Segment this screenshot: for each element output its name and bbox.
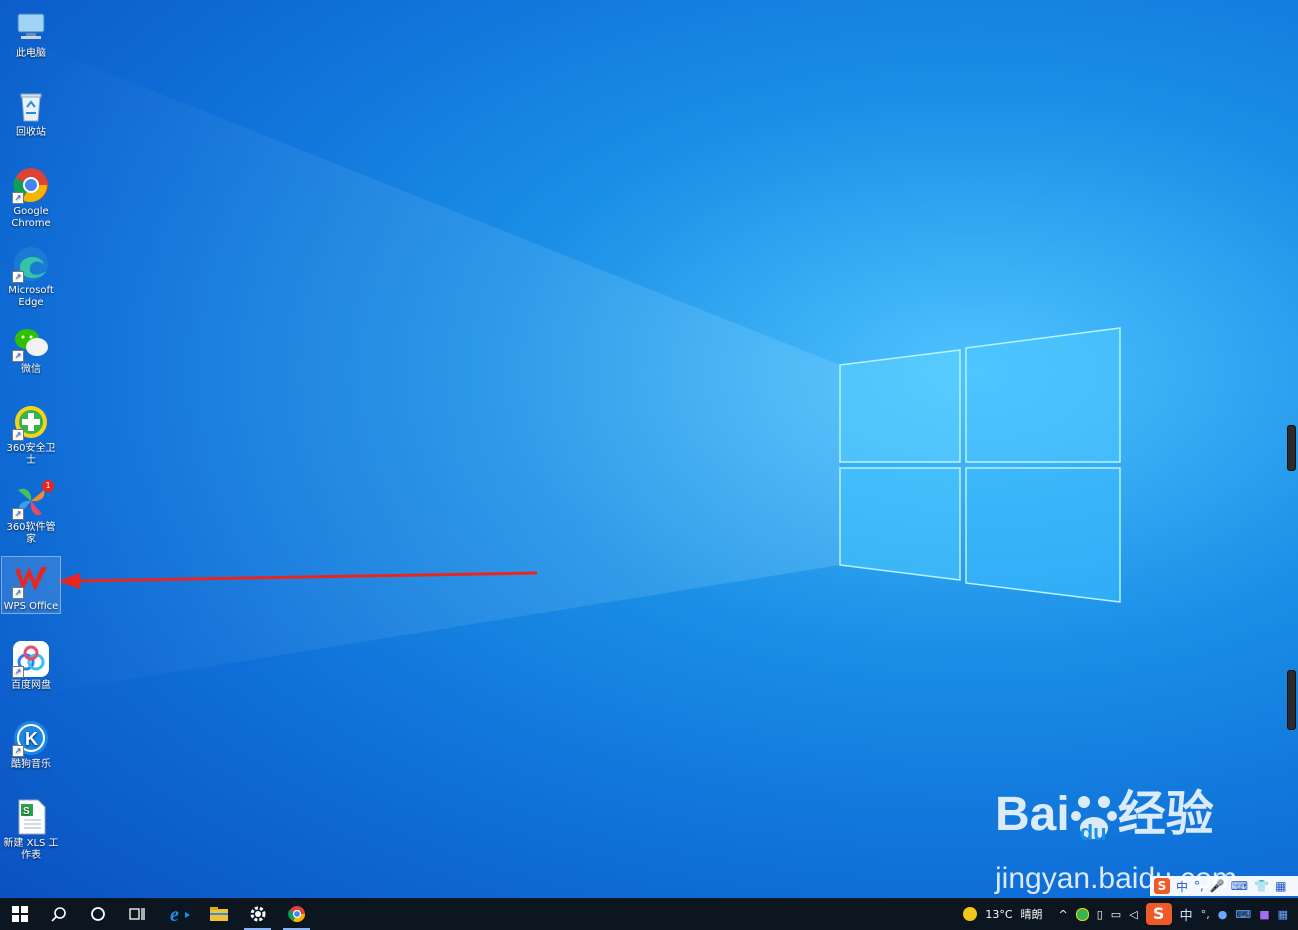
- shortcut-arrow-icon: ↗: [12, 192, 24, 204]
- taskbar-ie[interactable]: e: [160, 898, 199, 930]
- weather-text: 晴朗: [1020, 908, 1043, 921]
- icon-label: 360安全卫士: [6, 443, 56, 466]
- desktop-icon-baidu-netdisk[interactable]: ↗ 百度网盘: [2, 636, 60, 692]
- 360-software-icon: ↗ 1: [12, 480, 54, 520]
- svg-text:e: e: [170, 904, 179, 924]
- search-icon: [50, 907, 66, 922]
- taskbar: e 13°C 晴朗 ^ ▯ ▭ ◁ S 中 °, ● ⌨ ■ ▦: [0, 898, 1298, 930]
- desktop-icon-recycle-bin[interactable]: 回收站: [2, 83, 60, 139]
- system-tray: 13°C 晴朗 ^ ▯ ▭ ◁ S 中 °, ● ⌨ ■ ▦: [959, 898, 1298, 930]
- task-view-button[interactable]: [117, 898, 156, 930]
- desktop-icon-360-software[interactable]: ↗ 1 360软件管家: [2, 478, 60, 546]
- icon-label: Google Chrome: [11, 206, 51, 229]
- icon-label: 360软件管家: [6, 522, 56, 545]
- weather-temp: 13°C: [985, 907, 1013, 921]
- wps-icon: ↗: [12, 561, 50, 599]
- taskbar-settings[interactable]: [238, 898, 277, 930]
- recycle-bin-icon: [12, 87, 50, 125]
- chrome-icon: ↗: [12, 166, 50, 204]
- shortcut-arrow-icon: ↗: [12, 745, 24, 757]
- weather-widget[interactable]: 13°C 晴朗: [963, 906, 1043, 922]
- shortcut-arrow-icon: ↗: [12, 429, 24, 441]
- taskbar-file-explorer[interactable]: [199, 898, 238, 930]
- sogou-icon[interactable]: S: [1154, 878, 1170, 894]
- xls-file-icon: S: [12, 798, 50, 836]
- shortcut-arrow-icon: ↗: [12, 350, 24, 362]
- svg-text:S: S: [23, 806, 30, 817]
- watermark-brand: Bai du 经验: [995, 790, 1237, 850]
- svg-text:K: K: [25, 729, 38, 749]
- 360-security-icon: ↗: [12, 403, 50, 441]
- edge-icon: ↗: [12, 245, 50, 283]
- desktop-icon-edge[interactable]: ↗ Microsoft Edge: [2, 241, 60, 309]
- ie-icon: e: [170, 904, 190, 924]
- volume-slider-handle[interactable]: [1287, 425, 1296, 471]
- computer-icon: [12, 8, 50, 46]
- ime-toolbar[interactable]: S 中 °, 🎤 ⌨ 👕 ▦: [1150, 876, 1298, 896]
- desktop-icon-chrome[interactable]: ↗ Google Chrome: [2, 162, 60, 230]
- network-icon[interactable]: ▭: [1111, 908, 1121, 921]
- shortcut-arrow-icon: ↗: [12, 587, 24, 599]
- taskbar-chrome[interactable]: [277, 898, 316, 930]
- desktop-icon-this-pc[interactable]: 此电脑: [2, 4, 60, 60]
- ime-punct-tray[interactable]: °,: [1201, 908, 1210, 921]
- icon-label: 微信: [21, 364, 41, 375]
- icon-label: 百度网盘: [11, 680, 51, 691]
- icon-label: WPS Office: [3, 601, 59, 612]
- skin-icon[interactable]: 👕: [1254, 879, 1269, 893]
- keyboard-icon[interactable]: ⌨: [1231, 879, 1248, 893]
- 360-tray-icon[interactable]: [1075, 907, 1089, 921]
- shortcut-arrow-icon: ↗: [12, 271, 24, 283]
- desktop-icon-xls-file[interactable]: S 新建 XLS 工作表: [2, 794, 60, 862]
- sogou-tray-icon[interactable]: S: [1145, 903, 1172, 925]
- watermark-bai: Bai: [995, 788, 1070, 841]
- search-button[interactable]: [39, 898, 78, 930]
- windows-logo-wallpaper: [0, 30, 1121, 700]
- usb-icon[interactable]: ▯: [1097, 908, 1103, 921]
- task-view-icon: [128, 908, 145, 920]
- icon-label: 回收站: [16, 127, 46, 138]
- ime-mode[interactable]: 中: [1176, 878, 1188, 895]
- paw-icon: du: [1070, 790, 1118, 850]
- icon-label: 此电脑: [16, 48, 46, 59]
- icon-label: Microsoft Edge: [8, 285, 54, 308]
- cortana-icon: [90, 907, 105, 921]
- toolbox-icon[interactable]: ▦: [1275, 879, 1286, 893]
- chrome-icon: [287, 906, 305, 923]
- shortcut-arrow-icon: ↗: [12, 508, 24, 520]
- file-explorer-icon: [209, 907, 228, 921]
- desktop-icon-kugou[interactable]: K ↗ 酷狗音乐: [2, 715, 60, 771]
- watermark-du: du: [1079, 820, 1107, 845]
- desktop-icon-360-security[interactable]: ↗ 360安全卫士: [2, 399, 60, 467]
- wechat-icon: ↗: [12, 324, 50, 362]
- shortcut-arrow-icon: ↗: [12, 666, 24, 678]
- icon-label: 新建 XLS 工作表: [3, 838, 59, 861]
- desktop-icon-wechat[interactable]: ↗ 微信: [2, 320, 60, 376]
- ime-mode-tray[interactable]: 中: [1180, 905, 1193, 924]
- desktop-icon-wps-office[interactable]: ↗ WPS Office: [1, 556, 61, 614]
- start-icon: [11, 906, 28, 922]
- show-hidden-icons[interactable]: ^: [1059, 908, 1068, 921]
- ime-punctuation[interactable]: °,: [1194, 879, 1204, 893]
- microphone-icon[interactable]: 🎤: [1210, 879, 1225, 893]
- toolbox-tray-icon[interactable]: ▦: [1278, 908, 1288, 921]
- microphone-tray-icon[interactable]: ●: [1218, 908, 1228, 921]
- baidu-netdisk-icon: ↗: [12, 640, 50, 678]
- skin-tray-icon[interactable]: ■: [1259, 908, 1269, 921]
- keyboard-tray-icon[interactable]: ⌨: [1235, 908, 1251, 921]
- watermark-jingyan: 经验: [1117, 788, 1214, 841]
- kugou-icon: K ↗: [12, 719, 50, 757]
- notification-badge: 1: [42, 480, 54, 492]
- settings-icon: [250, 906, 265, 922]
- start-button[interactable]: [0, 898, 39, 930]
- volume-icon[interactable]: ◁: [1129, 908, 1137, 921]
- scroll-handle[interactable]: [1287, 670, 1296, 730]
- sun-icon: [963, 907, 978, 921]
- icon-label: 酷狗音乐: [11, 759, 51, 770]
- desktop: 此电脑 回收站 ↗ Google Chrome ↗ Microsoft Edge…: [0, 0, 1298, 898]
- cortana-button[interactable]: [78, 898, 117, 930]
